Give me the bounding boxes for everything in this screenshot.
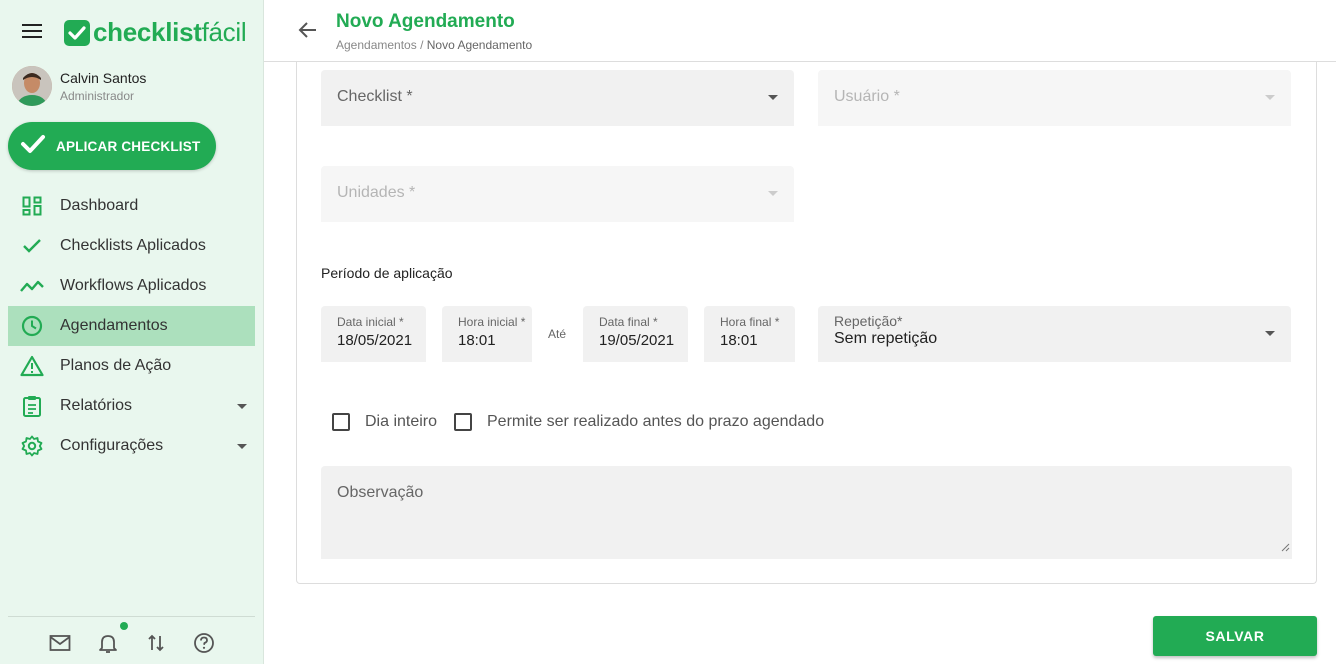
gear-icon	[20, 434, 44, 458]
user-role: Administrador	[60, 88, 135, 103]
sidebar: checklistfácil Calvin Santos Administrad…	[0, 0, 264, 664]
hora-inicial-field[interactable]: Hora inicial * 18:01	[442, 306, 532, 362]
sidebar-item-relatorios[interactable]: Relatórios	[8, 386, 255, 426]
clock-icon	[20, 314, 44, 338]
unidades-select[interactable]: Unidades *	[321, 166, 794, 222]
breadcrumb-parent-link[interactable]: Agendamentos	[336, 38, 417, 52]
sidebar-item-agendamentos[interactable]: Agendamentos	[8, 306, 255, 346]
dropdown-arrow-icon	[768, 191, 778, 196]
sidebar-item-planos-de-acao[interactable]: Planos de Ação	[8, 346, 255, 386]
usuario-select[interactable]: Usuário *	[818, 70, 1291, 126]
repeticao-select[interactable]: Repetição* Sem repetição	[818, 306, 1291, 362]
check-icon	[20, 234, 44, 258]
user-name: Calvin Santos	[60, 69, 147, 86]
hora-final-field[interactable]: Hora final * 18:01	[704, 306, 795, 362]
menu-icon[interactable]	[22, 24, 42, 40]
check-icon	[20, 133, 46, 160]
chevron-down-icon	[237, 444, 247, 449]
page-header: Novo Agendamento Agendamentos / Novo Age…	[264, 0, 1336, 62]
permite-antes-label[interactable]: Permite ser realizado antes do prazo age…	[487, 413, 824, 431]
chevron-down-icon	[237, 404, 247, 409]
swap-icon[interactable]	[144, 631, 168, 655]
ate-label: Até	[548, 327, 567, 341]
usuario-select-label: Usuário *	[834, 88, 900, 105]
user-profile[interactable]: Calvin Santos Administrador	[12, 66, 146, 106]
data-inicial-label: Data inicial *	[337, 315, 404, 329]
unidades-select-label: Unidades *	[337, 184, 416, 201]
hora-final-label: Hora final *	[720, 315, 780, 329]
sidebar-item-configuracoes[interactable]: Configurações	[8, 426, 255, 466]
sidebar-item-checklists-aplicados[interactable]: Checklists Aplicados	[8, 226, 255, 266]
dia-inteiro-checkbox[interactable]	[332, 413, 350, 431]
permite-antes-checkbox[interactable]	[454, 413, 472, 431]
sidebar-item-label: Agendamentos	[60, 317, 168, 334]
repeticao-value: Sem repetição	[834, 330, 938, 347]
sidebar-item-label: Workflows Aplicados	[60, 277, 207, 294]
sidebar-item-workflows-aplicados[interactable]: Workflows Aplicados	[8, 266, 255, 306]
page-title: Novo Agendamento	[336, 11, 515, 32]
apply-checklist-label: APLICAR CHECKLIST	[56, 138, 201, 154]
mail-icon[interactable]	[48, 631, 72, 655]
trending-icon	[20, 274, 44, 298]
sidebar-item-label: Checklists Aplicados	[60, 237, 206, 254]
logo-text: checklistfácil	[93, 17, 247, 47]
save-button[interactable]: SALVAR	[1153, 616, 1317, 656]
app-logo[interactable]: checklistfácil	[64, 17, 247, 48]
sidebar-item-label: Planos de Ação	[60, 357, 172, 374]
repeticao-label: Repetição*	[834, 313, 903, 329]
dropdown-arrow-icon	[1265, 331, 1275, 336]
dropdown-arrow-icon	[768, 95, 778, 100]
observacao-label: Observação	[337, 484, 424, 501]
hora-final-value: 18:01	[720, 332, 758, 349]
help-icon[interactable]	[192, 631, 216, 655]
apply-checklist-button[interactable]: APLICAR CHECKLIST	[8, 122, 216, 170]
avatar	[12, 66, 52, 106]
observacao-textarea[interactable]: Observação	[321, 466, 1292, 559]
hora-inicial-label: Hora inicial *	[458, 315, 526, 329]
data-final-field[interactable]: Data final * 19/05/2021	[583, 306, 688, 362]
clipboard-icon	[20, 394, 44, 418]
dia-inteiro-label[interactable]: Dia inteiro	[365, 413, 437, 431]
data-inicial-value: 18/05/2021	[337, 332, 413, 349]
sidebar-footer	[8, 616, 255, 664]
data-inicial-field[interactable]: Data inicial * 18/05/2021	[321, 306, 426, 362]
breadcrumb: Agendamentos / Novo Agendamento	[336, 38, 532, 52]
breadcrumb-separator: /	[420, 38, 424, 52]
bell-icon[interactable]	[96, 631, 120, 655]
checklist-select[interactable]: Checklist *	[321, 70, 794, 126]
sidebar-item-label: Dashboard	[60, 197, 139, 214]
sidebar-item-dashboard[interactable]: Dashboard	[8, 186, 255, 226]
sidebar-nav: Dashboard Checklists Aplicados Workflows…	[8, 186, 255, 466]
dashboard-icon	[20, 194, 44, 218]
notification-dot	[120, 622, 128, 630]
resize-handle-icon[interactable]	[1280, 539, 1290, 557]
breadcrumb-current: Novo Agendamento	[426, 38, 533, 52]
logo-check-icon	[64, 19, 90, 46]
hora-inicial-value: 18:01	[458, 332, 496, 349]
sidebar-item-label: Relatórios	[60, 397, 133, 414]
warning-icon	[20, 354, 44, 378]
data-final-label: Data final *	[599, 315, 658, 329]
dropdown-arrow-icon	[1265, 95, 1275, 100]
back-arrow-icon[interactable]	[296, 18, 320, 42]
sidebar-item-label: Configurações	[60, 437, 164, 454]
periodo-title: Período de aplicação	[321, 265, 453, 281]
data-final-value: 19/05/2021	[599, 332, 675, 349]
checklist-select-label: Checklist *	[337, 88, 413, 105]
